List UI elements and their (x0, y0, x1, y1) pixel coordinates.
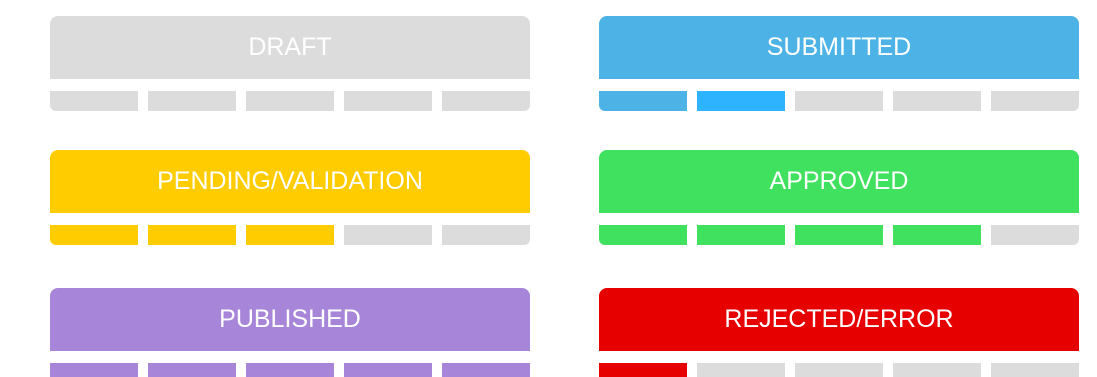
progress-segment (442, 225, 530, 245)
progress-segments-pending-validation (50, 225, 530, 245)
progress-segment (697, 91, 785, 111)
progress-segments-approved (599, 225, 1079, 245)
status-card-published: PUBLISHED (50, 288, 530, 377)
progress-segment (795, 363, 883, 377)
progress-segment (697, 225, 785, 245)
progress-segments-submitted (599, 91, 1079, 111)
progress-segment (991, 91, 1079, 111)
status-banner-approved: APPROVED (599, 150, 1079, 213)
status-banner-rejected-error: REJECTED/ERROR (599, 288, 1079, 351)
progress-segment (50, 363, 138, 377)
progress-segment (697, 363, 785, 377)
status-card-submitted: SUBMITTED (599, 16, 1079, 111)
progress-segment (442, 363, 530, 377)
status-card-pending-validation: PENDING/VALIDATION (50, 150, 530, 245)
progress-segment (599, 91, 687, 111)
status-card-draft: DRAFT (50, 16, 530, 111)
progress-segment (442, 91, 530, 111)
progress-segment (599, 225, 687, 245)
status-banner-pending-validation: PENDING/VALIDATION (50, 150, 530, 213)
progress-segment (991, 363, 1079, 377)
progress-segment (246, 225, 334, 245)
progress-segment (893, 91, 981, 111)
progress-segment (344, 225, 432, 245)
progress-segment (148, 91, 236, 111)
progress-segment (991, 225, 1079, 245)
progress-segment (893, 363, 981, 377)
progress-segments-draft (50, 91, 530, 111)
status-card-approved: APPROVED (599, 150, 1079, 245)
status-banner-draft: DRAFT (50, 16, 530, 79)
progress-segment (148, 363, 236, 377)
progress-segment (344, 91, 432, 111)
progress-segment (599, 363, 687, 377)
status-banner-submitted: SUBMITTED (599, 16, 1079, 79)
progress-segments-published (50, 363, 530, 377)
progress-segment (344, 363, 432, 377)
progress-segment (50, 225, 138, 245)
progress-segment (148, 225, 236, 245)
progress-segment (893, 225, 981, 245)
status-card-rejected-error: REJECTED/ERROR (599, 288, 1079, 377)
status-banner-published: PUBLISHED (50, 288, 530, 351)
progress-segment (795, 225, 883, 245)
progress-segment (246, 91, 334, 111)
progress-segment (795, 91, 883, 111)
progress-segment (246, 363, 334, 377)
progress-segment (50, 91, 138, 111)
progress-segments-rejected-error (599, 363, 1079, 377)
status-grid: DRAFT SUBMITTED PENDING/VALIDATION APPRO… (0, 0, 1097, 377)
